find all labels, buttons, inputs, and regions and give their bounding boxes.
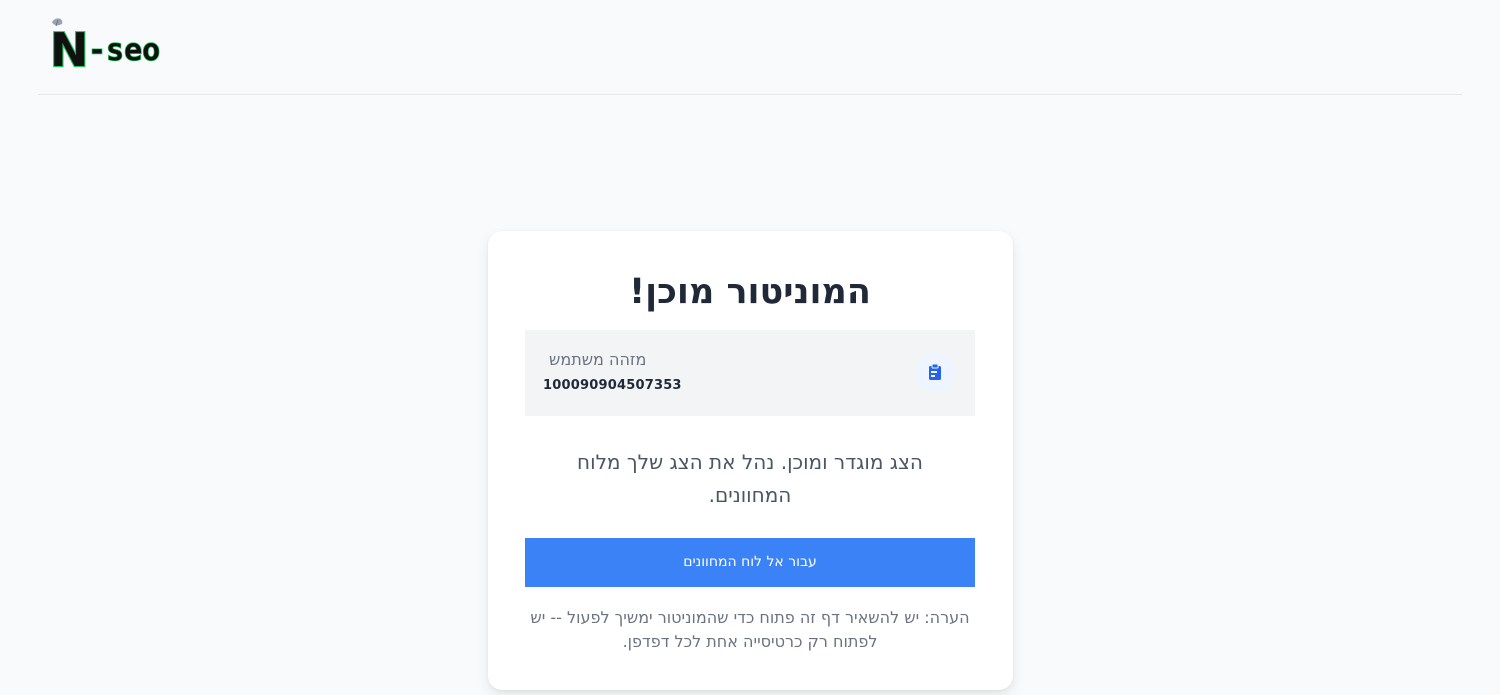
copy-user-id-button[interactable]	[915, 352, 955, 392]
user-id-value: 100090904507353	[543, 378, 682, 393]
user-id-label: מזהה משתמש	[549, 350, 647, 369]
n-seo-logo[interactable]: N -seo	[46, 16, 170, 78]
user-id-panel: מזהה משתמש 100090904507353	[525, 330, 975, 416]
status-message: הצג מוגדר ומוכן. נהל את הצג שלך מלוח המח…	[577, 450, 923, 507]
keep-open-note: הערה: יש להשאיר דף זה פתוח כדי שהמוניטור…	[530, 608, 970, 651]
page-title: המוניטור מוכן!	[629, 272, 871, 312]
svg-text:N: N	[50, 23, 89, 72]
top-header: N -seo	[38, 0, 1462, 95]
go-to-dashboard-button[interactable]: עבור אל לוח המחוונים	[525, 538, 975, 587]
svg-text:-seo: -seo	[88, 33, 160, 68]
